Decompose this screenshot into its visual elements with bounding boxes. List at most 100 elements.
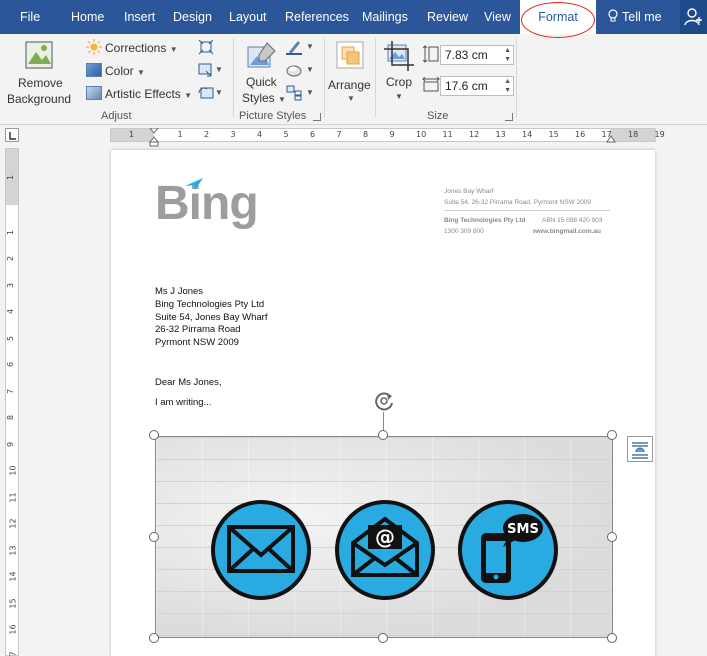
ruler-number: 4 <box>6 308 16 315</box>
picture-layout-dropdown-icon: ▼ <box>306 88 314 97</box>
ruler-number: 12 <box>469 130 480 139</box>
address-line: Suite 54, Jones Bay Wharf <box>155 311 268 323</box>
quick-styles-label-1: Quick <box>246 75 277 89</box>
crop-icon <box>384 41 414 71</box>
tab-references[interactable]: References <box>285 0 349 34</box>
ruler-number: 13 <box>495 130 506 139</box>
tab-design[interactable]: Design <box>173 0 212 34</box>
picture-styles-dialog-launcher[interactable] <box>313 113 321 121</box>
resize-handle-bottom-left[interactable] <box>149 633 159 643</box>
shape-height-value: 7.83 cm <box>445 48 488 62</box>
corrections-button[interactable]: Corrections ▼ <box>86 39 190 57</box>
change-picture-button[interactable]: ▼ <box>198 62 224 80</box>
ruler-number: 15 <box>548 130 559 139</box>
tab-file[interactable]: File <box>20 0 40 34</box>
size-dialog-launcher[interactable] <box>505 113 513 121</box>
artistic-effects-button[interactable]: Artistic Effects ▼ <box>86 85 194 103</box>
compress-pictures-icon <box>198 39 214 55</box>
width-spinner-arrows[interactable]: ▲ ▼ <box>504 77 511 95</box>
ruler-number: 13 <box>8 544 18 556</box>
group-separator <box>516 38 517 118</box>
indent-marker-icon[interactable] <box>149 128 159 150</box>
picture-layout-button[interactable]: ▼ <box>286 85 316 103</box>
crop-button[interactable]: Crop ▼ <box>382 39 416 109</box>
shape-height-icon <box>423 45 439 63</box>
picture-layout-icon <box>286 85 302 101</box>
tab-mailings[interactable]: Mailings <box>362 0 408 34</box>
letterhead-company: Bing Technologies Pty Ltd <box>444 217 526 224</box>
ruler-number: 1 <box>6 174 16 181</box>
ruler-number: 1 <box>129 130 135 139</box>
resize-handle-bottom[interactable] <box>378 633 388 643</box>
tell-me-box[interactable]: Tell me <box>607 0 662 34</box>
tab-insert[interactable]: Insert <box>124 0 155 34</box>
ruler-number: 11 <box>442 130 453 139</box>
ruler-number: 11 <box>8 491 18 503</box>
tab-selector[interactable] <box>5 128 19 142</box>
resize-handle-right[interactable] <box>607 532 617 542</box>
address-line: 26-32 Pirrama Road <box>155 324 241 336</box>
sms-label: SMS <box>507 522 539 537</box>
ruler-number: 3 <box>230 130 236 139</box>
shape-width-input[interactable]: 17.6 cm ▲ ▼ <box>440 76 514 96</box>
resize-handle-top[interactable] <box>378 430 388 440</box>
shape-height-input[interactable]: 7.83 cm ▲ ▼ <box>440 45 514 65</box>
sun-icon <box>86 39 102 55</box>
resize-handle-bottom-right[interactable] <box>607 633 617 643</box>
compress-pictures-button[interactable] <box>198 39 216 57</box>
ruler-number: 19 <box>654 130 665 139</box>
vertical-ruler[interactable]: 1 1 2 3 4 5 6 7 8 9 10 11 12 13 14 15 16 17 <box>5 148 19 656</box>
document-page[interactable]: Bing Jones Bay Wharf Suite 54, 26-32 Pir… <box>111 150 655 656</box>
picture-border-button[interactable]: ▼ <box>286 39 316 57</box>
ruler-number: 10 <box>416 130 427 139</box>
letterhead-line1: Jones Bay Wharf <box>444 188 494 195</box>
tab-home[interactable]: Home <box>71 0 104 34</box>
sms-phone-icon: SMS <box>458 500 558 600</box>
tab-view[interactable]: View <box>484 0 511 34</box>
at-symbol: @ <box>375 525 395 549</box>
resize-handle-top-left[interactable] <box>149 430 159 440</box>
bing-logo: Bing <box>155 177 259 230</box>
artistic-effects-icon <box>86 86 102 100</box>
body-text: I am writing... <box>155 397 212 408</box>
horizontal-ruler[interactable]: 1 1 2 3 4 5 6 7 8 9 10 11 12 13 14 15 16 17 18 19 <box>110 128 665 147</box>
ribbon: Remove Background Corrections ▼ Color ▼ … <box>0 34 707 125</box>
selected-picture[interactable]: @ SMS <box>155 436 613 638</box>
picture-effects-button[interactable]: ▼ <box>286 62 316 80</box>
remove-background-button[interactable]: Remove Background <box>6 38 72 108</box>
reset-picture-button[interactable]: ▼ <box>198 85 224 103</box>
address-line: Bing Technologies Pty Ltd <box>155 298 265 310</box>
remove-background-label-2: Background <box>7 92 72 106</box>
ruler-number: 6 <box>310 130 316 139</box>
ruler-number: 8 <box>6 414 16 421</box>
color-button[interactable]: Color ▼ <box>86 62 156 80</box>
ruler-number: 7 <box>6 388 16 394</box>
ruler-number: 18 <box>628 130 639 139</box>
tab-format[interactable]: Format <box>520 0 596 34</box>
crop-dropdown-icon: ▼ <box>395 92 403 101</box>
ruler-number: 4 <box>257 130 263 139</box>
shape-width-icon <box>422 77 440 92</box>
ruler-number: 9 <box>6 441 16 447</box>
ruler-number: 14 <box>8 571 18 582</box>
rotate-handle-icon[interactable] <box>373 390 395 412</box>
quick-styles-label-2: Styles ▼ <box>242 91 286 105</box>
layout-options-icon <box>632 442 648 459</box>
tab-layout[interactable]: Layout <box>229 0 267 34</box>
share-user-button[interactable] <box>680 0 707 34</box>
right-indent-marker-icon[interactable] <box>606 135 616 143</box>
logo-arrow-icon <box>185 178 203 190</box>
picture-styles-group-title: Picture Styles <box>239 110 307 122</box>
ruler-number: 5 <box>283 130 289 139</box>
crop-label: Crop <box>386 75 413 89</box>
remove-background-label-1: Remove <box>18 76 63 90</box>
letterhead-line2: Suite 54, 26-32 Pirrama Road, Pyrmont NS… <box>444 199 592 206</box>
arrange-button[interactable]: Arrange ▼ <box>328 38 372 108</box>
quick-styles-button[interactable]: Quick Styles ▼ <box>242 39 286 109</box>
height-spinner-arrows[interactable]: ▲ ▼ <box>504 46 511 64</box>
resize-handle-left[interactable] <box>149 532 159 542</box>
picture-border-dropdown-icon: ▼ <box>306 42 314 51</box>
tab-review[interactable]: Review <box>427 0 468 34</box>
layout-options-button[interactable] <box>627 436 653 462</box>
resize-handle-top-right[interactable] <box>607 430 617 440</box>
